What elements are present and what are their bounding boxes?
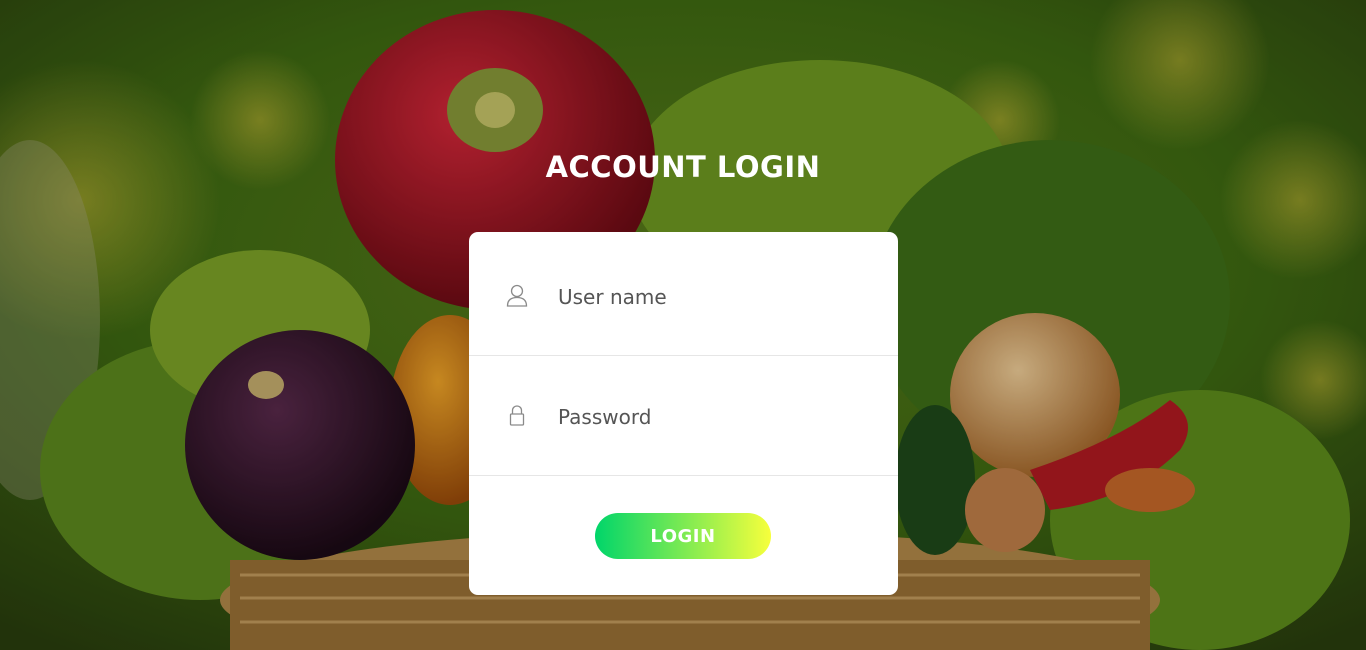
page-title: ACCOUNT LOGIN xyxy=(545,150,821,184)
password-input[interactable] xyxy=(556,396,860,438)
password-row xyxy=(469,356,898,476)
user-icon xyxy=(506,284,528,308)
username-row xyxy=(469,236,898,356)
login-button[interactable]: LOGIN xyxy=(595,513,771,559)
username-input[interactable] xyxy=(556,276,860,318)
login-card: LOGIN xyxy=(469,232,898,595)
lock-icon xyxy=(506,404,528,428)
